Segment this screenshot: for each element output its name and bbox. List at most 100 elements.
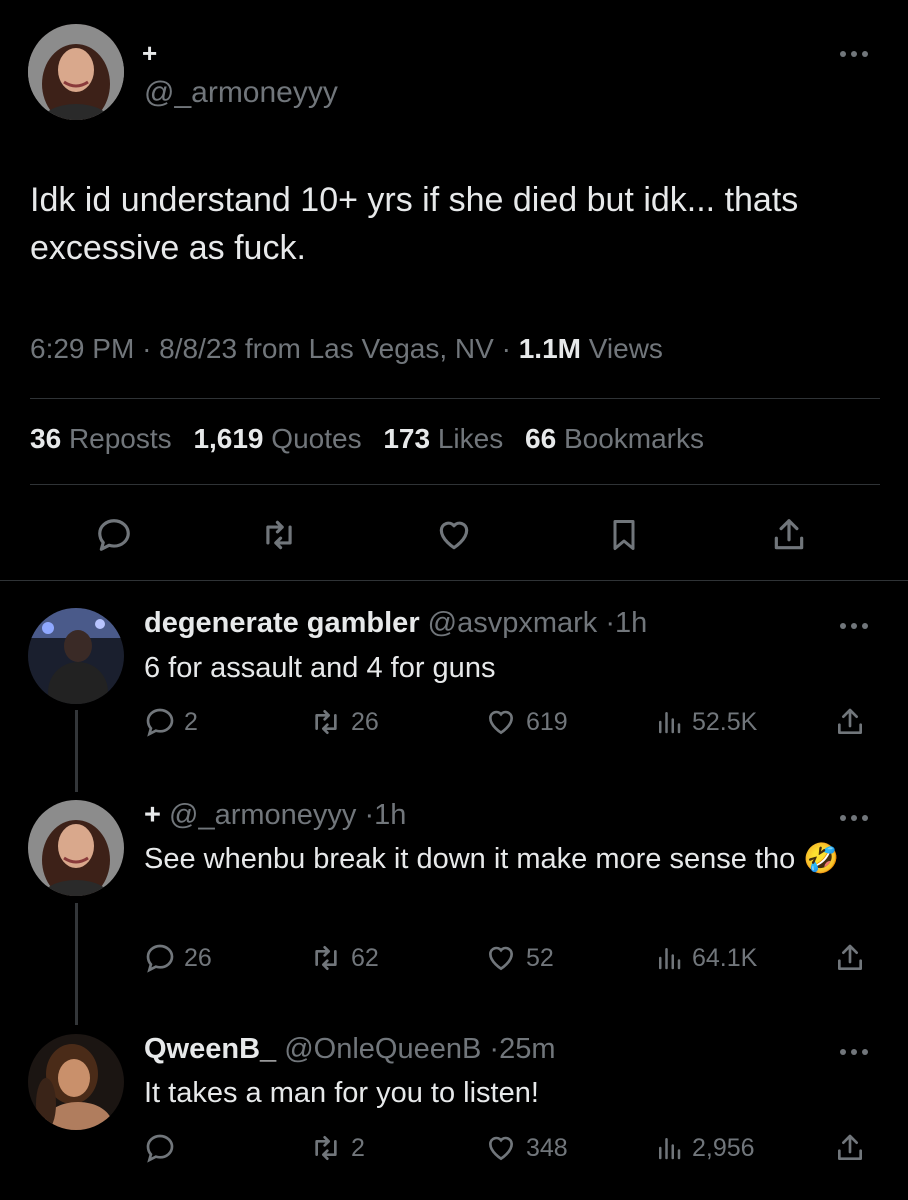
separator: ·: [142, 333, 152, 364]
author-name[interactable]: +: [142, 38, 157, 69]
like-button[interactable]: 348: [484, 1128, 568, 1168]
bookmarks-stat[interactable]: 66 Bookmarks: [525, 423, 704, 454]
reply-icon: [146, 944, 174, 973]
share-button[interactable]: [834, 1128, 866, 1168]
tweet-location: from Las Vegas, NV: [244, 333, 494, 364]
separator: ·: [605, 607, 616, 639]
repost-count: 2: [351, 1133, 365, 1162]
more-icon[interactable]: [840, 620, 880, 632]
like-count: 348: [526, 1133, 568, 1162]
separator: ·: [364, 799, 375, 831]
reply-icon: [146, 1134, 174, 1163]
repost-count: 62: [351, 943, 379, 972]
reply-author-handle[interactable]: @OnleQueenB: [284, 1033, 481, 1065]
reply-text: It takes a man for you to listen!: [144, 1077, 539, 1109]
reply-icon: [146, 708, 174, 737]
separator: ·: [489, 1033, 500, 1065]
tweet-meta: 6:29 PM · 8/8/23 from Las Vegas, NV · 1.…: [30, 333, 663, 365]
repost-button[interactable]: 2: [309, 1128, 365, 1168]
repost-icon: [315, 946, 337, 970]
share-icon: [774, 519, 804, 550]
more-icon[interactable]: [840, 812, 880, 824]
reply-text: See whenbu break it down it make more se…: [144, 843, 840, 875]
views-icon: [659, 948, 681, 970]
reply-author-name[interactable]: degenerate gambler: [144, 607, 420, 639]
bookmark-icon: [613, 520, 635, 550]
share-button[interactable]: [834, 938, 866, 978]
views-button[interactable]: 52.5K: [654, 702, 757, 742]
reply-count: 2: [184, 707, 198, 736]
repost-button[interactable]: 62: [309, 938, 379, 978]
views-count: 2,956: [692, 1133, 755, 1162]
repost-button[interactable]: [255, 510, 303, 560]
share-button[interactable]: [834, 702, 866, 742]
repost-icon: [315, 710, 337, 734]
views-icon: [659, 1138, 681, 1160]
reply-header: degenerate gambler @asvpxmark ·1h: [144, 607, 647, 640]
repost-icon: [266, 520, 292, 550]
tweet-date[interactable]: 8/8/23: [159, 333, 237, 364]
reply-time[interactable]: 25m: [499, 1033, 555, 1065]
thread-line: [75, 903, 78, 1025]
reply-icon: [98, 519, 130, 551]
reply-button[interactable]: [144, 1128, 184, 1168]
reply-button[interactable]: 2: [144, 702, 198, 742]
reply-actions: 2 26 619 52.5K: [144, 702, 874, 742]
reply-author-name[interactable]: QweenB_: [144, 1033, 276, 1065]
reply-actions: 26 62 52 64.1K: [144, 938, 874, 978]
divider: [0, 580, 908, 581]
reply-author-handle[interactable]: @asvpxmark: [428, 607, 598, 639]
views-count: 1.1M: [518, 333, 581, 364]
reply-button[interactable]: 26: [144, 938, 212, 978]
reply-author-handle[interactable]: @_armoneyyy: [169, 799, 356, 831]
author-handle[interactable]: @_armoneyyy: [144, 76, 338, 110]
tweet-text: Idk id understand 10+ yrs if she died bu…: [30, 181, 799, 267]
share-icon: [838, 944, 862, 970]
like-button[interactable]: [430, 510, 478, 560]
views-count: 64.1K: [692, 943, 758, 972]
reply-time[interactable]: 1h: [615, 607, 647, 639]
separator: ·: [501, 333, 511, 364]
tweet-actions: [90, 510, 830, 560]
reposts-stat[interactable]: 36 Reposts: [30, 423, 172, 454]
more-icon[interactable]: [840, 48, 880, 60]
reply-header: + @_armoneyyy ·1h: [144, 799, 406, 832]
reply-count: 26: [184, 943, 212, 972]
repost-icon: [315, 1136, 337, 1160]
repost-button[interactable]: 26: [309, 702, 379, 742]
author-avatar[interactable]: [28, 24, 124, 120]
reply-avatar[interactable]: [28, 800, 124, 896]
likes-stat[interactable]: 173 Likes: [383, 423, 503, 454]
reply-time[interactable]: 1h: [374, 799, 406, 831]
like-count: 619: [526, 707, 568, 736]
heart-icon: [439, 521, 469, 550]
share-icon: [838, 1134, 862, 1160]
bookmark-button[interactable]: [600, 510, 648, 560]
heart-icon: [488, 1136, 514, 1161]
quotes-stat[interactable]: 1,619 Quotes: [193, 423, 361, 454]
reply-header: QweenB_ @OnleQueenB ·25m: [144, 1033, 556, 1066]
reply-avatar[interactable]: [28, 1034, 124, 1130]
reply-actions: 2 348 2,956: [144, 1128, 874, 1168]
more-icon[interactable]: [840, 1046, 880, 1058]
like-button[interactable]: 619: [484, 702, 568, 742]
heart-icon: [488, 710, 514, 735]
like-button[interactable]: 52: [484, 938, 554, 978]
views-button[interactable]: 64.1K: [654, 938, 757, 978]
views-label: Views: [588, 333, 663, 364]
reply-author-name[interactable]: +: [144, 799, 161, 831]
share-button[interactable]: [765, 510, 813, 560]
views-icon: [659, 712, 681, 734]
thread-line: [75, 710, 78, 792]
reply-button[interactable]: [90, 510, 138, 560]
divider: [30, 484, 880, 485]
reply-text: 6 for assault and 4 for guns: [144, 652, 496, 684]
engagement-stats: 36 Reposts 1,619 Quotes 173 Likes 66 Boo…: [30, 423, 718, 455]
views-count: 52.5K: [692, 707, 758, 736]
tweet-time[interactable]: 6:29 PM: [30, 333, 134, 364]
like-count: 52: [526, 943, 554, 972]
views-button[interactable]: 2,956: [654, 1128, 755, 1168]
repost-count: 26: [351, 707, 379, 736]
reply-avatar[interactable]: [28, 608, 124, 704]
heart-icon: [488, 946, 514, 971]
